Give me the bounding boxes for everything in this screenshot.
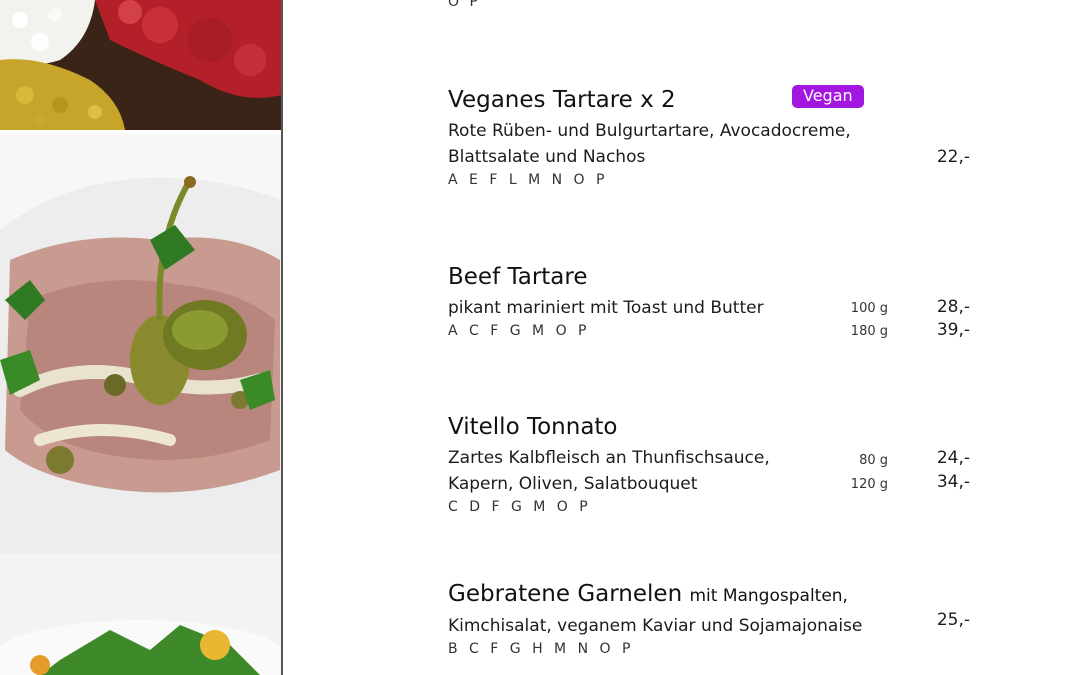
item-price: 28,- bbox=[936, 297, 970, 317]
vitello-tonnato-photo bbox=[0, 134, 282, 554]
item-weight: 180 g bbox=[850, 324, 888, 339]
food-photo-column bbox=[0, 0, 282, 675]
vegan-badge: Vegan bbox=[792, 85, 864, 108]
item-price: 24,- bbox=[936, 448, 970, 468]
item-allergens: A E F L M N O P bbox=[448, 172, 608, 188]
item-weight: 100 g bbox=[850, 301, 888, 316]
item-allergens: C D F G M O P bbox=[448, 499, 592, 515]
menu-item-veganes-tartare: Veganes Tartare x 2 Vegan Rote Rüben- un… bbox=[448, 85, 988, 188]
item-price: 39,- bbox=[936, 320, 970, 340]
item-allergens: A C F G M O P bbox=[448, 323, 590, 339]
item-allergens: B C F G H M N O P bbox=[448, 641, 634, 657]
item-title: Beef Tartare bbox=[448, 264, 588, 290]
item-title: Gebratene Garnelen bbox=[448, 581, 683, 607]
item-description-inline: mit Mangospalten, bbox=[689, 586, 848, 606]
item-description-line: pikant mariniert mit Toast und Butter bbox=[448, 298, 764, 318]
salad-plate-photo bbox=[0, 554, 282, 675]
item-price: 34,- bbox=[936, 472, 970, 492]
item-weight: 120 g bbox=[850, 477, 888, 492]
menu-item-beef-tartare: Beef Tartare pikant mariniert mit Toast … bbox=[448, 263, 988, 340]
column-divider bbox=[281, 0, 283, 675]
item-description-line: Zartes Kalbfleisch an Thunfischsauce, bbox=[448, 448, 770, 468]
item-title: Veganes Tartare x 2 bbox=[448, 87, 676, 113]
previous-item-allergens: O P bbox=[448, 0, 481, 10]
food-photos-illustration bbox=[0, 0, 282, 675]
item-description-line: Blattsalate und Nachos bbox=[448, 147, 646, 167]
item-description-line: Rote Rüben- und Bulgurtartare, Avocadocr… bbox=[448, 121, 851, 141]
item-title: Vitello Tonnato bbox=[448, 414, 618, 440]
menu-item-gebratene-garnelen: Gebratene Garnelen mit Mangospalten, Kim… bbox=[448, 580, 988, 657]
item-description-line: Kapern, Oliven, Salatbouquet bbox=[448, 474, 698, 494]
item-price: 25,- bbox=[936, 610, 970, 630]
item-description-line: Kimchisalat, veganem Kaviar und Sojamajo… bbox=[448, 616, 863, 636]
item-price: 22,- bbox=[936, 147, 970, 167]
item-weight: 80 g bbox=[859, 453, 888, 468]
tartare-ingredients-photo bbox=[0, 0, 282, 130]
item-title-row: Gebratene Garnelen mit Mangospalten, bbox=[448, 580, 988, 610]
menu-list: O P Veganes Tartare x 2 Vegan Rote Rüben… bbox=[448, 0, 1008, 675]
menu-item-vitello-tonnato: Vitello Tonnato Zartes Kalbfleisch an Th… bbox=[448, 413, 988, 515]
